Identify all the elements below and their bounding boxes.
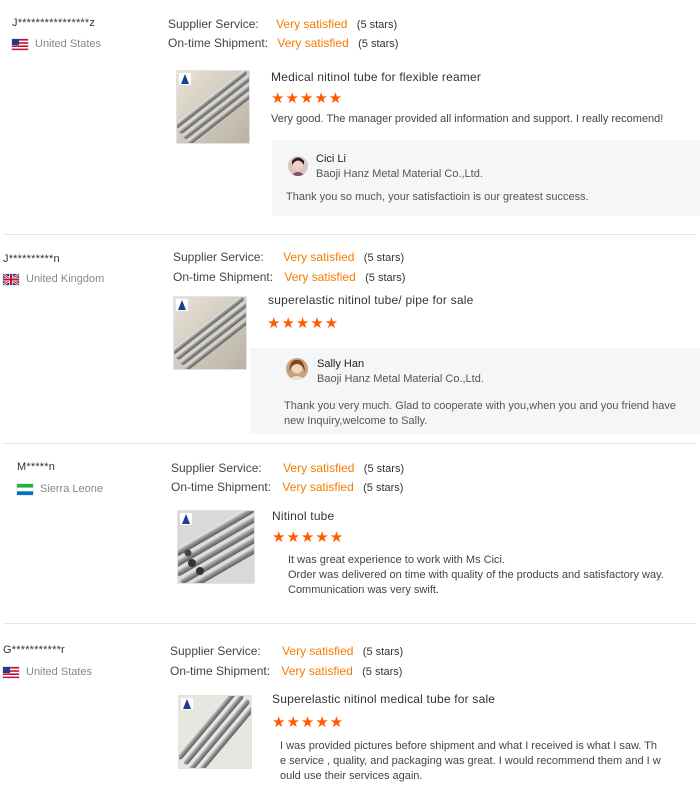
product-title-link[interactable]: superelastic nitinol tube/ pipe for sale (268, 293, 473, 307)
divider (4, 234, 696, 235)
review-comment: Very good. The manager provided all info… (271, 113, 664, 125)
country-label: United Kingdom (26, 273, 105, 285)
rating-value: Very satisfied (281, 664, 353, 678)
comment-line: Communication was very swift. (288, 584, 439, 596)
us-flag-icon (12, 38, 28, 50)
buyer-country: United Kingdom (3, 273, 104, 285)
product-star-rating: ★★★★★ (272, 714, 345, 731)
rating-stars-text: (5 stars) (363, 463, 405, 475)
divider (4, 623, 696, 624)
rating-value: Very satisfied (276, 17, 348, 31)
ontime-shipment-rating: On-time Shipment: Very satisfied (5 star… (170, 664, 402, 678)
supplier-service-rating: Supplier Service: Very satisfied (5 star… (168, 17, 397, 31)
buyer-country: United States (3, 666, 92, 678)
rating-label: On-time Shipment: (170, 664, 271, 678)
rating-stars-text: (5 stars) (363, 252, 405, 264)
buyer-name: J**********n (3, 253, 60, 265)
buyer-country: Sierra Leone (17, 483, 103, 495)
buyer-country: United States (12, 38, 101, 50)
product-title-link[interactable]: Nitinol tube (272, 509, 334, 523)
rating-stars-text: (5 stars) (358, 38, 399, 50)
supplier-service-rating: Supplier Service: Very satisfied (5 star… (170, 644, 403, 658)
comment-line: e service , quality, and packaging was g… (280, 755, 661, 767)
uk-flag-icon (3, 273, 19, 285)
reply-author-company: Baoji Hanz Metal Material Co.,Ltd. (316, 168, 483, 180)
product-title-link[interactable]: Medical nitinol tube for flexible reamer (271, 70, 481, 84)
review-card: J**********n United Kingdom Supplier Ser… (0, 236, 700, 442)
rating-value: Very satisfied (282, 480, 354, 494)
product-star-rating: ★★★★★ (272, 529, 345, 546)
rating-label: Supplier Service: (170, 644, 261, 658)
rating-stars-text: (5 stars) (363, 482, 404, 494)
nitinol-tube-image (178, 511, 254, 583)
comment-line: I was provided pictures before shipment … (280, 740, 658, 752)
comment-line: It was great experience to work with Ms … (288, 554, 506, 566)
us-flag-icon (3, 666, 19, 678)
rating-value: Very satisfied (277, 36, 349, 50)
rating-stars-text: (5 stars) (365, 272, 406, 284)
buyer-name: G***********r (3, 644, 65, 656)
product-thumbnail[interactable] (173, 296, 247, 370)
supplier-reply: Cici Li Baoji Hanz Metal Material Co.,Lt… (272, 140, 700, 216)
product-thumbnail[interactable] (178, 695, 252, 769)
country-label: United States (26, 666, 93, 678)
product-star-rating: ★★★★★ (271, 90, 344, 107)
supplier-service-rating: Supplier Service: Very satisfied (5 star… (171, 461, 404, 475)
comment-line: Order was delivered on time with quality… (288, 569, 664, 581)
rating-stars-text: (5 stars) (362, 666, 403, 678)
rating-label: On-time Shipment: (168, 36, 269, 50)
nitinol-tube-image (177, 71, 249, 143)
supplier-service-rating: Supplier Service: Very satisfied (5 star… (173, 250, 404, 264)
avatar (286, 358, 308, 380)
rating-label: On-time Shipment: (171, 480, 272, 494)
nitinol-tube-image (179, 696, 251, 768)
comment-line: ould use their services again. (280, 770, 423, 782)
rating-value: Very satisfied (283, 250, 355, 264)
reply-author-name: Cici Li (316, 153, 346, 165)
ontime-shipment-rating: On-time Shipment: Very satisfied (5 star… (173, 270, 405, 284)
review-comment: I was provided pictures before shipment … (280, 739, 698, 784)
reply-author-name: Sally Han (317, 358, 365, 370)
review-card: M*****n Sierra Leone Supplier Service: V… (0, 445, 700, 620)
product-thumbnail[interactable] (176, 70, 250, 144)
ontime-shipment-rating: On-time Shipment: Very satisfied (5 star… (168, 36, 398, 50)
buyer-name: J****************z (12, 17, 96, 29)
sierra-leone-flag-icon (17, 483, 33, 495)
product-thumbnail[interactable] (177, 510, 255, 584)
country-label: Sierra Leone (40, 483, 103, 495)
rating-label: On-time Shipment: (173, 270, 274, 284)
review-card: G***********r United States Supplier Ser… (0, 625, 700, 800)
review-comment: It was great experience to work with Ms … (288, 553, 698, 598)
buyer-name: M*****n (17, 461, 56, 473)
avatar (288, 156, 308, 176)
nitinol-tube-image (174, 297, 246, 369)
rating-value: Very satisfied (283, 461, 355, 475)
country-label: United States (35, 38, 102, 50)
product-star-rating: ★★★★★ (267, 315, 340, 332)
reply-author-company: Baoji Hanz Metal Material Co.,Ltd. (317, 373, 484, 385)
rating-value: Very satisfied (282, 644, 354, 658)
rating-value: Very satisfied (284, 270, 356, 284)
supplier-reply: Sally Han Baoji Hanz Metal Material Co.,… (250, 348, 700, 434)
rating-stars-text: (5 stars) (362, 646, 404, 658)
product-title-link[interactable]: Superelastic nitinol medical tube for sa… (272, 692, 495, 706)
rating-stars-text: (5 stars) (356, 19, 398, 31)
review-card: J****************z United States Supplie… (0, 0, 700, 232)
rating-label: Supplier Service: (168, 17, 259, 31)
reply-text: Thank you very much. Glad to cooperate w… (284, 400, 676, 427)
reply-text: Thank you so much, your satisfactioin is… (286, 191, 589, 203)
rating-label: Supplier Service: (173, 250, 264, 264)
ontime-shipment-rating: On-time Shipment: Very satisfied (5 star… (171, 480, 403, 494)
rating-label: Supplier Service: (171, 461, 262, 475)
divider (4, 443, 696, 444)
